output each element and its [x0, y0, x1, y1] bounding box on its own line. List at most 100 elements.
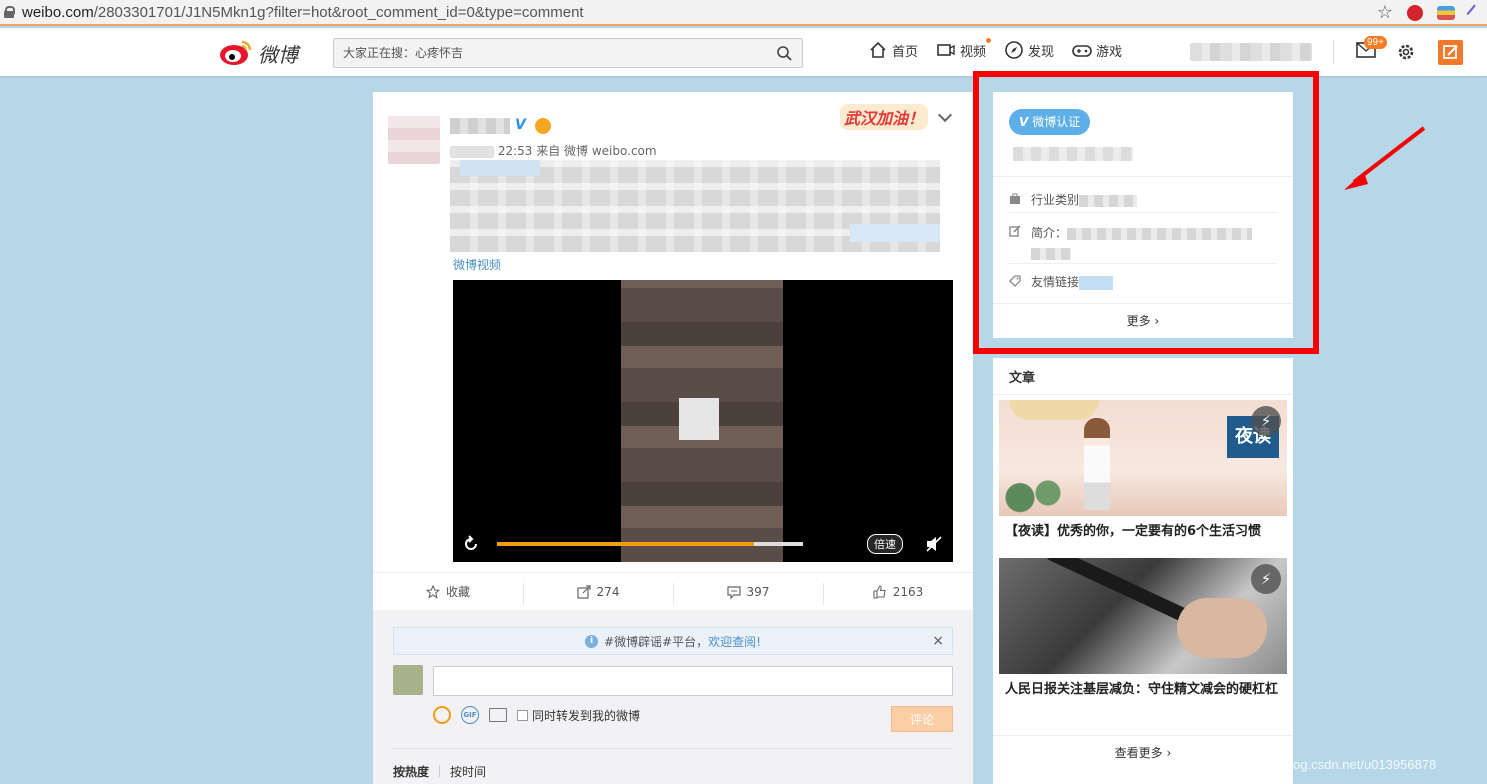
avatar[interactable] — [388, 116, 440, 164]
red-highlight-frame — [973, 71, 1319, 354]
browser-address-bar[interactable]: weibo.com/2803301701/J1N5Mkn1g?filter=ho… — [0, 0, 1487, 26]
csdn-watermark: https://blog.csdn.net/u013956878 — [1244, 757, 1437, 772]
article-image[interactable]: 夜读 ⚡ — [999, 400, 1287, 516]
favorite-button[interactable]: 收藏 — [373, 583, 523, 600]
gamepad-icon — [1072, 45, 1092, 57]
username-blurred[interactable] — [1190, 43, 1312, 61]
search-input[interactable] — [334, 39, 734, 67]
comment-button[interactable]: 397 — [673, 582, 823, 605]
comment-area: i #微博辟谣#平台， 欢迎查阅! × GIF 同时转发到我的微博 评论 按热度 … — [373, 610, 973, 784]
replay-icon[interactable] — [461, 534, 481, 554]
articles-box: 文章 夜读 ⚡ 【夜读】优秀的你，一定要有的6个生活习惯 ⚡ 人民日报关注基层减… — [993, 358, 1293, 784]
repost-checkbox[interactable] — [517, 709, 528, 721]
post-card: V 22:53 来自 微博 weibo.com 武汉加油！ 微博视频 倍速 收藏… — [373, 92, 973, 784]
comment-count: 397 — [746, 584, 770, 599]
author-name-blurred[interactable] — [450, 118, 510, 134]
repost-button[interactable]: 274 — [523, 582, 673, 605]
compose-button[interactable] — [1438, 40, 1463, 65]
top-navigation: 微博 首页 视频 发现 游戏 99+ — [0, 28, 1487, 76]
video-player[interactable]: 倍速 — [453, 280, 953, 562]
rumor-notice: i #微博辟谣#平台， 欢迎查阅! × — [393, 627, 953, 655]
nav-links: 首页 视频 发现 游戏 — [868, 38, 1122, 60]
nav-item-label: 游戏 — [1096, 44, 1123, 60]
articles-title: 文章 — [1009, 371, 1036, 386]
post-actions: 收藏 274 397 2163 — [373, 572, 973, 610]
search-icon[interactable] — [776, 45, 792, 61]
share-icon — [576, 584, 591, 599]
verified-icon: V — [515, 117, 526, 133]
hashtag-blurred[interactable] — [460, 160, 540, 176]
close-icon[interactable]: × — [932, 633, 944, 649]
comment-input[interactable] — [433, 666, 953, 696]
umbrella-shape — [1009, 400, 1099, 420]
star-icon — [425, 584, 440, 599]
girl-illustration — [1084, 418, 1110, 510]
post-meta: 22:53 来自 微博 weibo.com — [450, 142, 657, 159]
mail-badge: 99+ — [1364, 36, 1387, 49]
nav-divider — [1333, 40, 1334, 64]
sort-by-time[interactable]: 按时间 — [450, 763, 486, 780]
repost-checkbox-label: 同时转发到我的微博 — [532, 708, 641, 723]
comment-icon — [726, 585, 741, 599]
extension-pen-icon[interactable] — [1466, 4, 1484, 21]
repost-count: 274 — [596, 584, 620, 599]
favorite-label: 收藏 — [445, 585, 470, 599]
video-progress-bar[interactable] — [497, 542, 754, 546]
nav-item-discover[interactable]: 发现 — [1004, 40, 1054, 60]
video-progress-track[interactable] — [754, 542, 803, 546]
compass-icon — [1005, 41, 1023, 59]
chevron-right-icon: › — [1166, 746, 1172, 760]
extension-flag-icon[interactable] — [1437, 5, 1455, 20]
pen-shape — [1043, 558, 1195, 626]
nav-item-video[interactable]: 视频 — [936, 38, 992, 60]
article-image[interactable]: ⚡ — [999, 558, 1287, 674]
like-count: 2163 — [892, 584, 924, 599]
search-box — [333, 38, 803, 68]
chevron-down-icon[interactable] — [937, 107, 953, 123]
gear-icon[interactable] — [1396, 42, 1416, 62]
video-new-dot — [986, 38, 992, 43]
plants-shape — [999, 470, 1069, 516]
speed-button[interactable]: 倍速 — [867, 534, 903, 554]
sort-by-hot[interactable]: 按热度 — [393, 763, 429, 780]
info-icon: i — [585, 634, 599, 648]
gif-icon[interactable]: GIF — [461, 706, 479, 724]
notice-link[interactable]: 欢迎查阅! — [708, 633, 761, 650]
lightning-icon: ⚡ — [1251, 406, 1281, 436]
notice-text: #微博辟谣#平台， — [604, 634, 709, 649]
wuhan-banner: 武汉加油！ — [840, 104, 929, 130]
edit-icon — [1443, 45, 1458, 59]
nav-item-label: 发现 — [1028, 44, 1055, 60]
lock-icon — [4, 6, 15, 18]
article-card[interactable]: 夜读 ⚡ 【夜读】优秀的你，一定要有的6个生活习惯 — [999, 400, 1287, 541]
image-icon[interactable] — [489, 708, 507, 722]
video-link[interactable]: 微博视频 — [453, 256, 501, 273]
date-blurred — [450, 145, 494, 158]
extension-adblock-icon[interactable] — [1407, 4, 1423, 21]
url-text[interactable]: weibo.com/2803301701/J1N5Mkn1g?filter=ho… — [22, 4, 584, 21]
comment-tools: GIF 同时转发到我的微博 — [433, 706, 640, 724]
comment-sort-bar: 按热度 按时间 — [393, 748, 953, 780]
like-button[interactable]: 2163 — [823, 582, 973, 605]
hand-shape — [1177, 598, 1267, 658]
link-blurred[interactable] — [850, 224, 940, 242]
red-arrow-icon — [1344, 126, 1426, 190]
weibo-eye-icon — [220, 40, 252, 65]
article-caption[interactable]: 【夜读】优秀的你，一定要有的6个生活习惯 — [999, 516, 1287, 541]
weibo-logo[interactable]: 微博 — [218, 36, 308, 67]
member-crown-icon — [535, 118, 551, 134]
article-card[interactable]: ⚡ 人民日报关注基层减负：守住精文减会的硬杠杠 — [999, 558, 1287, 699]
comment-submit-button[interactable]: 评论 — [891, 706, 953, 732]
mute-icon[interactable] — [925, 535, 943, 553]
nav-item-home[interactable]: 首页 — [868, 40, 918, 60]
nav-item-games[interactable]: 游戏 — [1072, 40, 1122, 60]
bookmark-star-icon[interactable]: ☆ — [1377, 2, 1393, 23]
my-avatar[interactable] — [393, 665, 423, 695]
divider — [993, 394, 1293, 395]
article-caption[interactable]: 人民日报关注基层减负：守住精文减会的硬杠杠 — [999, 674, 1287, 699]
lightning-icon: ⚡ — [1251, 564, 1281, 594]
nav-item-label: 首页 — [892, 44, 919, 60]
post-source: 22:53 来自 微博 weibo.com — [497, 144, 657, 158]
emoji-icon[interactable] — [433, 706, 451, 724]
logo-text: 微博 — [258, 43, 298, 67]
